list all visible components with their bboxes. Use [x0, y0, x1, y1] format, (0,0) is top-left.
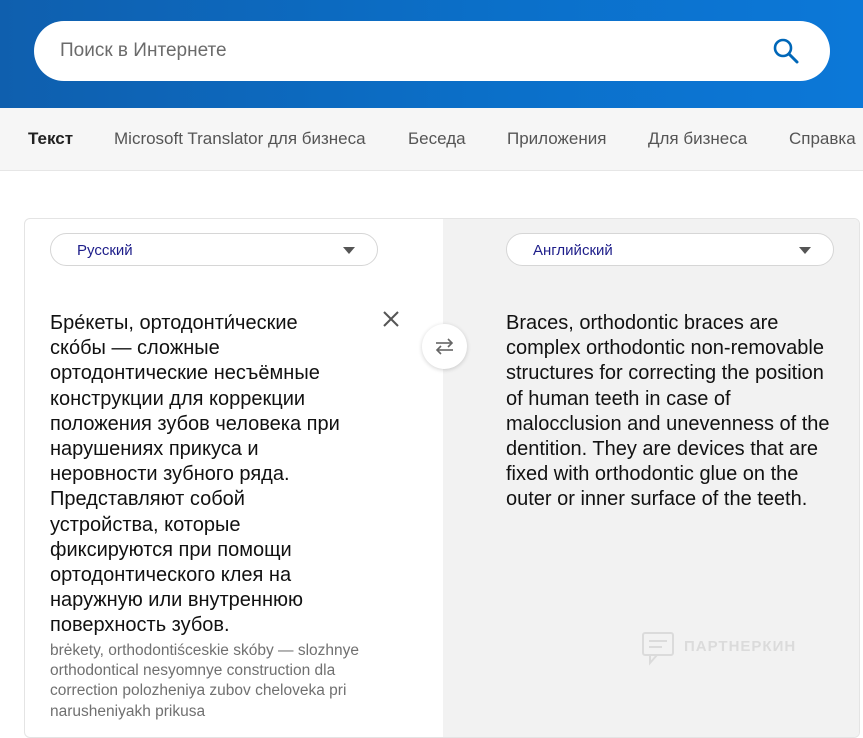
nav-item-text[interactable]: Текст: [28, 129, 73, 149]
target-language-select[interactable]: Английский: [506, 233, 834, 266]
target-language-label: Английский: [533, 242, 613, 259]
source-language-select[interactable]: Русский: [50, 233, 378, 266]
translation-output: Braces, orthodontic braces are complex o…: [506, 312, 830, 511]
nav-bar: Текст Microsoft Translator для бизнеса Б…: [0, 108, 863, 171]
nav-item-conversation[interactable]: Беседа: [408, 129, 466, 149]
close-icon[interactable]: [380, 308, 402, 330]
source-text-area[interactable]: Бре́кеты, ортодонти́ческие ско́бы — слож…: [50, 311, 350, 639]
nav-item-for-business[interactable]: Для бизнеса: [648, 129, 747, 149]
transliteration-text: brėkety, orthodontiśceskie skóby — slozh…: [50, 642, 360, 720]
source-language-label: Русский: [77, 242, 133, 259]
search-icon[interactable]: [772, 37, 800, 65]
header-bar: [0, 0, 863, 108]
swap-languages-button[interactable]: [422, 324, 467, 369]
nav-item-apps[interactable]: Приложения: [507, 129, 606, 149]
nav-item-help[interactable]: Справка: [789, 129, 856, 149]
swap-icon: [435, 338, 454, 355]
search-input[interactable]: [60, 21, 760, 81]
translator-panel: Русский Бре́кеты, ортодонти́ческие ско́б…: [24, 218, 860, 738]
chevron-down-icon: [343, 247, 355, 254]
chevron-down-icon: [799, 247, 811, 254]
search-box: [34, 21, 830, 81]
watermark-text: ПАРТНЕРКИН: [684, 638, 797, 655]
nav-item-translator-business[interactable]: Microsoft Translator для бизнеса: [114, 129, 366, 149]
chat-bubble-icon: [642, 632, 674, 666]
watermark: ПАРТНЕРКИН: [640, 630, 795, 666]
